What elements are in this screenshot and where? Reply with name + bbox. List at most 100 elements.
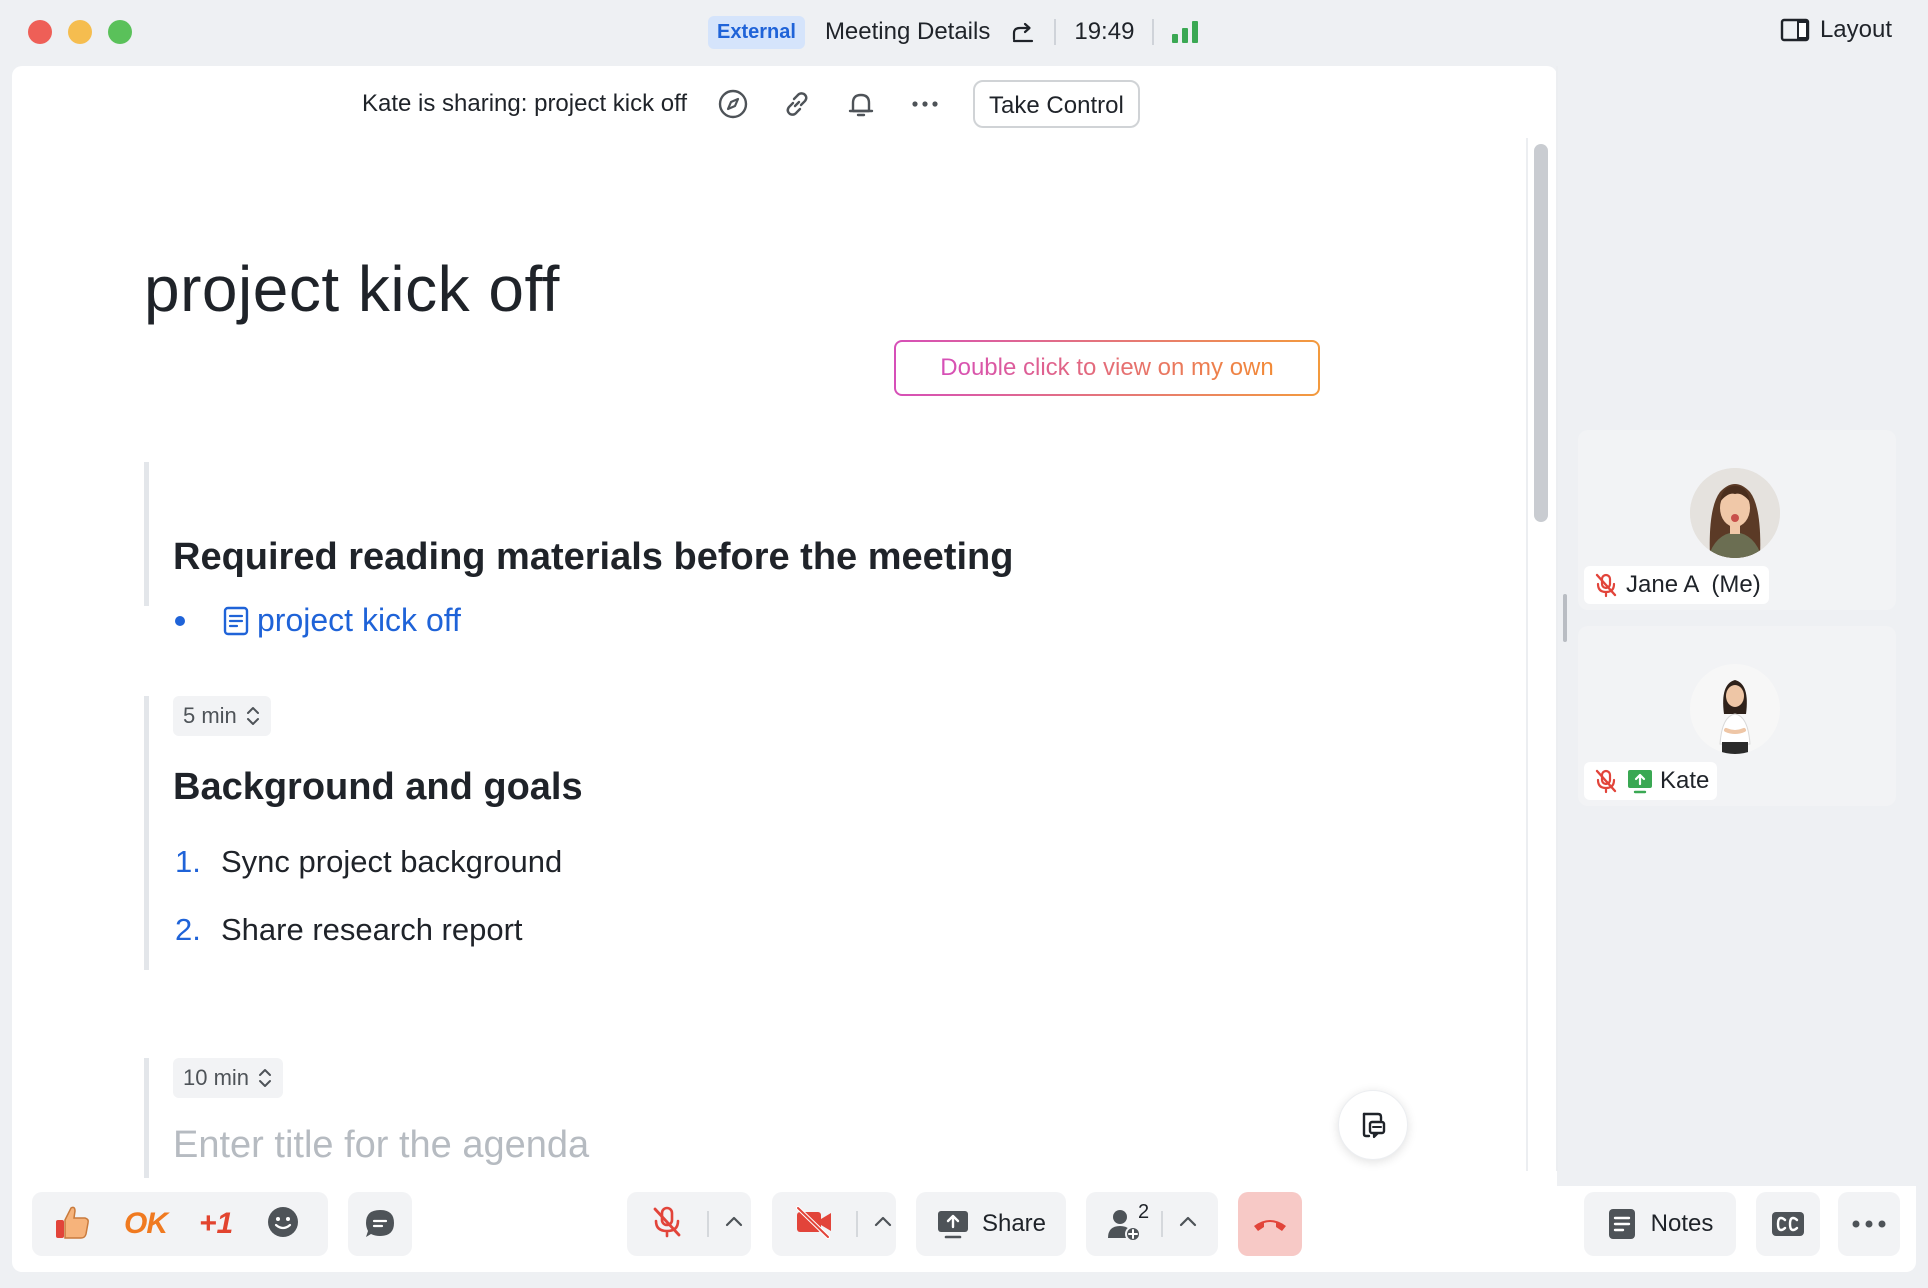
bullet-dot	[175, 615, 185, 626]
share-link-icon[interactable]	[1010, 19, 1036, 45]
plus-one-reaction[interactable]: +1	[199, 1207, 233, 1241]
participants-button[interactable]: 2	[1106, 1201, 1153, 1242]
camera-options-button[interactable]	[872, 1211, 894, 1238]
participant-name-tag: Kate	[1584, 762, 1718, 800]
mic-muted-icon	[653, 1206, 681, 1237]
list-item: 1. Sync project background	[175, 844, 562, 880]
toggle-mic-button[interactable]	[649, 1204, 685, 1245]
divider	[856, 1211, 858, 1237]
chevron-up-icon	[874, 1216, 892, 1226]
mic-muted-icon	[1595, 769, 1617, 794]
document-icon	[223, 606, 249, 635]
captions-button[interactable]	[1756, 1192, 1820, 1256]
network-signal-icon[interactable]	[1172, 21, 1199, 43]
document-link-label: project kick off	[257, 602, 461, 638]
mic-options-button[interactable]	[723, 1211, 745, 1238]
chevron-up-down-icon	[246, 707, 259, 725]
title-bar: External Meeting Details 19:49 Layout	[0, 0, 1928, 64]
share-label: Share	[981, 1210, 1047, 1237]
agenda-block-reading: Required reading materials before the me…	[144, 462, 1244, 638]
list-item: 2. Share research report	[175, 912, 523, 948]
section-heading: Required reading materials before the me…	[173, 536, 1014, 578]
chevron-up-icon	[1180, 1216, 1197, 1226]
layout-label: Layout	[1819, 16, 1892, 43]
link-icon[interactable]	[779, 86, 815, 122]
screen-sharing-icon	[1628, 770, 1652, 794]
meeting-details-link[interactable]: Meeting Details	[825, 18, 990, 46]
meeting-timer: 19:49	[1074, 18, 1135, 45]
ok-reaction[interactable]: OK	[124, 1207, 168, 1241]
divider	[1161, 1211, 1164, 1237]
emoji-picker-button[interactable]	[265, 1204, 301, 1245]
meeting-window: External Meeting Details 19:49 Layout Ka…	[0, 0, 1928, 1288]
more-button[interactable]	[1838, 1192, 1900, 1256]
document-title: project kick off	[144, 253, 560, 325]
more-dots-icon	[1852, 1220, 1886, 1228]
mic-muted-icon	[1595, 573, 1617, 598]
participant-name: Jane A (Me)	[1626, 571, 1761, 598]
toggle-camera-button[interactable]	[794, 1205, 834, 1244]
layout-icon	[1780, 18, 1810, 42]
minimize-window-button[interactable]	[68, 20, 92, 44]
document-scrollbar[interactable]	[1534, 144, 1548, 522]
list-text: Sync project background	[221, 844, 563, 879]
view-on-my-own-label: Double click to view on my own	[940, 354, 1274, 381]
meeting-toolbar: OK +1 Share 2 Notes	[12, 1186, 1916, 1272]
scroll-track	[1526, 138, 1528, 1171]
close-window-button[interactable]	[28, 20, 52, 44]
shared-screen: Kate is sharing: project kick off Take C…	[12, 66, 1558, 1186]
agenda-block-new: 10 min Enter title for the agenda	[144, 1058, 1244, 1178]
list-number: 1.	[175, 844, 201, 879]
agenda-block-background: 5 min Background and goals 1. Sync proje…	[144, 696, 1244, 970]
participants-options-button[interactable]	[1177, 1211, 1199, 1238]
bell-icon[interactable]	[843, 86, 879, 122]
leave-meeting-button[interactable]	[1238, 1192, 1302, 1256]
meeting-info: External Meeting Details 19:49	[708, 14, 1199, 50]
divider	[1054, 19, 1057, 45]
camera-off-icon	[796, 1205, 831, 1239]
list-item: project kick off	[175, 602, 461, 639]
notes-icon	[1608, 1209, 1635, 1239]
compass-icon[interactable]	[715, 86, 751, 122]
participant-tile[interactable]: Kate	[1578, 626, 1896, 806]
participant-name: Kate	[1660, 767, 1710, 794]
participant-tile[interactable]: Jane A (Me)	[1578, 430, 1896, 610]
panel-resize-handle[interactable]	[1563, 594, 1567, 642]
participant-name-tag: Jane A (Me)	[1584, 566, 1769, 604]
share-status-bar: Kate is sharing: project kick off Take C…	[362, 78, 1140, 130]
notes-button[interactable]: Notes	[1584, 1192, 1736, 1256]
list-text: Share research report	[221, 912, 523, 947]
duration-value: 10 min	[183, 1065, 250, 1090]
view-on-my-own-hint[interactable]: Double click to view on my own	[894, 340, 1320, 396]
divider	[707, 1211, 709, 1237]
sharing-status: Kate is sharing: project kick off	[362, 90, 688, 117]
notes-label: Notes	[1650, 1210, 1714, 1237]
more-options-icon[interactable]	[907, 86, 943, 122]
zoom-window-button[interactable]	[108, 20, 132, 44]
section-heading: Background and goals	[173, 766, 583, 808]
duration-stepper[interactable]: 10 min	[173, 1058, 284, 1098]
hang-up-icon	[1254, 1220, 1286, 1231]
comment-document-button[interactable]	[1338, 1090, 1408, 1160]
smiley-icon	[268, 1206, 299, 1237]
thumbs-up-reaction[interactable]	[52, 1202, 92, 1247]
add-participant-icon	[1108, 1210, 1141, 1242]
external-badge: External	[708, 15, 805, 49]
agenda-title-input[interactable]: Enter title for the agenda	[173, 1124, 589, 1167]
thumbs-up-icon	[56, 1206, 89, 1239]
take-control-button[interactable]: Take Control	[973, 80, 1140, 128]
camera-control	[772, 1192, 896, 1256]
list-number: 2.	[175, 912, 201, 947]
avatar	[1690, 664, 1780, 754]
duration-value: 5 min	[183, 703, 237, 728]
panel-divider	[1556, 66, 1558, 1171]
share-screen-icon	[937, 1211, 968, 1239]
layout-button[interactable]: Layout	[1780, 16, 1892, 44]
document-link[interactable]: project kick off	[221, 602, 461, 639]
duration-stepper[interactable]: 5 min	[173, 696, 271, 736]
share-screen-button[interactable]: Share	[916, 1192, 1066, 1256]
chevron-up-down-icon	[259, 1069, 272, 1087]
chat-button[interactable]	[348, 1192, 412, 1256]
chat-bubble-icon	[366, 1210, 394, 1237]
participant-count: 2	[1138, 1200, 1150, 1223]
